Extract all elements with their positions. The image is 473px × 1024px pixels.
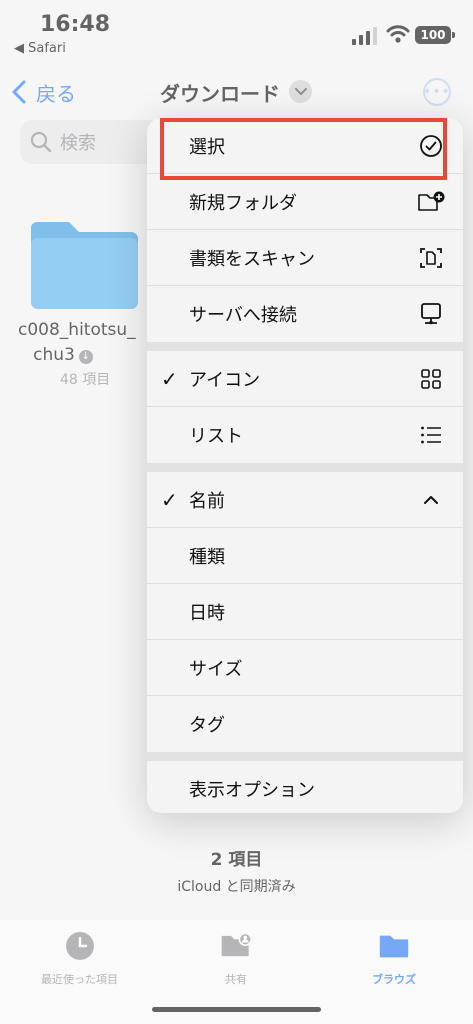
menu-item-label: 名前: [189, 490, 225, 512]
menu-item-label: サイズ: [189, 658, 243, 680]
menu-item-sort-name[interactable]: ✓ 名前: [147, 472, 463, 528]
menu-section-divider: [147, 342, 463, 351]
menu-item-label: サーバへ接続: [189, 305, 297, 326]
menu-section-divider: [147, 463, 463, 472]
menu-item-label: アイコン: [189, 369, 261, 391]
server-display-icon: [421, 303, 441, 325]
menu-item-new-folder[interactable]: 新規フォルダ: [147, 174, 463, 230]
menu-item-sort-kind[interactable]: 種類: [147, 528, 463, 584]
checkmark-icon: ✓: [161, 366, 178, 391]
folder-plus-icon: [418, 191, 445, 211]
doc-scan-icon: [420, 248, 442, 268]
menu-item-label: リスト: [189, 426, 243, 447]
menu-item-label: 表示オプション: [189, 780, 315, 801]
menu-item-sort-tags[interactable]: タグ: [147, 696, 463, 752]
menu-item-label: 新規フォルダ: [189, 192, 297, 214]
menu-item-view-options[interactable]: 表示オプション: [147, 761, 463, 813]
menu-item-label: 種類: [189, 546, 225, 568]
context-menu: 選択 新規フォルダ 書類をスキャン サーバへ接続 ✓ アイコン リスト ✓ 名前…: [147, 118, 463, 813]
menu-item-scan-document[interactable]: 書類をスキャン: [147, 230, 463, 286]
grid-icon: [421, 369, 441, 389]
menu-item-view-icons[interactable]: ✓ アイコン: [147, 351, 463, 407]
menu-item-connect-server[interactable]: サーバへ接続: [147, 286, 463, 342]
menu-item-sort-date[interactable]: 日時: [147, 584, 463, 640]
list-icon: [421, 426, 441, 444]
checkmark-icon: ✓: [161, 487, 178, 512]
annotation-highlight-box: [160, 118, 447, 180]
menu-item-sort-size[interactable]: サイズ: [147, 640, 463, 696]
menu-section-divider: [147, 752, 463, 761]
menu-item-label: 書類をスキャン: [189, 248, 315, 270]
menu-item-view-list[interactable]: リスト: [147, 407, 463, 463]
menu-item-label: 日時: [189, 602, 225, 624]
chevron-up-icon: [424, 496, 438, 504]
menu-item-label: タグ: [189, 715, 225, 736]
